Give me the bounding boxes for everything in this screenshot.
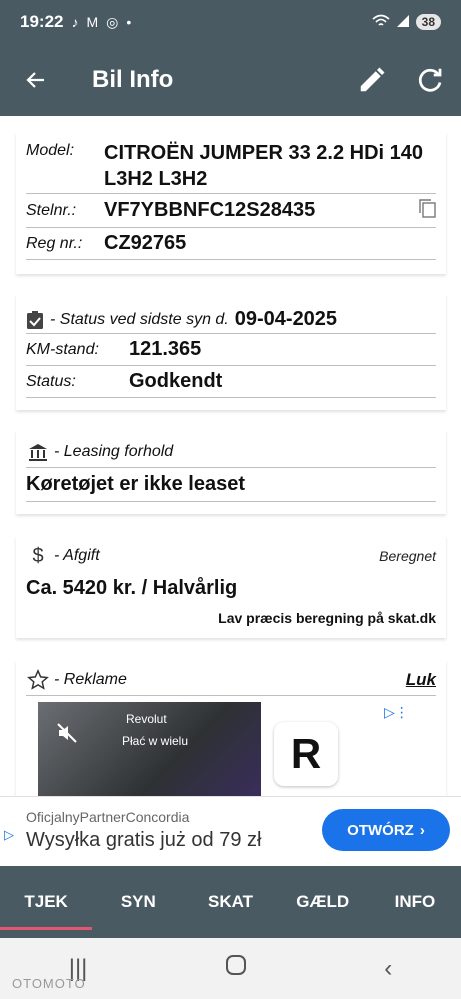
dollar-icon: $ — [32, 544, 44, 567]
mute-icon[interactable] — [56, 722, 78, 750]
vehicle-card: Model: CITROËN JUMPER 33 2.2 HDi 140 L3H… — [16, 132, 446, 274]
afgift-card: $ - Afgift Beregnet Ca. 5420 kr. / Halvå… — [16, 536, 446, 638]
back-icon[interactable]: ‹ — [384, 955, 392, 983]
leasing-card: - Leasing forhold Køretøjet er ikke leas… — [16, 430, 446, 514]
back-arrow-icon[interactable] — [0, 68, 72, 92]
adchoices-banner-icon[interactable]: ▷ — [4, 827, 14, 843]
leasing-label: - Leasing forhold — [54, 443, 174, 460]
afgift-value: Ca. 5420 kr. / Halvårlig — [26, 577, 238, 599]
model-value: CITROËN JUMPER 33 2.2 HDi 140 L3H2 L3H2 — [104, 142, 423, 190]
signal-icon — [396, 14, 410, 31]
dot-icon: • — [126, 14, 132, 30]
bottom-navigation: TJEK SYN SKAT GÆLD INFO — [0, 866, 461, 938]
tiktok-icon: ♪ — [71, 14, 79, 30]
state-value: Godkendt — [129, 370, 223, 392]
reklame-head: - Reklame Luk — [26, 660, 436, 696]
stelnr-row: Stelnr.: VF7YBBNFC12S28435 — [26, 194, 436, 228]
clock: 19:22 — [20, 12, 64, 31]
star-icon — [26, 668, 50, 692]
leasing-head: - Leasing forhold — [26, 430, 436, 468]
regnr-value: CZ92765 — [104, 232, 187, 254]
km-value: 121.365 — [129, 338, 202, 360]
clipboard-check-icon — [26, 310, 44, 330]
chevron-right-icon: › — [419, 821, 425, 839]
battery-indicator: 38 — [415, 14, 441, 30]
home-icon[interactable] — [225, 954, 247, 983]
ad-banner[interactable]: ▷ OficjalnyPartnerConcordia Wysyłka grat… — [0, 796, 461, 866]
regnr-label: Reg nr.: — [26, 234, 83, 252]
refresh-icon[interactable] — [413, 63, 447, 97]
syn-status-row: - Status ved sidste syn d. 09-04-2025 — [26, 294, 436, 334]
content-area[interactable]: Model: CITROËN JUMPER 33 2.2 HDi 140 L3H… — [0, 116, 461, 796]
regnr-row: Reg nr.: CZ92765 — [26, 228, 436, 260]
km-row: KM-stand: 121.365 — [26, 334, 436, 366]
afgift-head: $ - Afgift Beregnet — [26, 536, 436, 571]
wifi-icon — [372, 14, 390, 31]
ad-brand: Revolut — [126, 712, 167, 726]
tab-tjek[interactable]: TJEK — [0, 866, 93, 938]
leasing-value: Køretøjet er ikke leaset — [26, 473, 245, 495]
model-row: Model: CITROËN JUMPER 33 2.2 HDi 140 L3H… — [26, 132, 436, 194]
reklame-label: - Reklame — [54, 671, 127, 688]
ad-advertiser: OficjalnyPartnerConcordia — [26, 809, 190, 825]
notification-icons: ♪ M ◎ • — [71, 14, 131, 31]
skat-link[interactable]: Lav præcis beregning på skat.dk — [26, 610, 436, 626]
afgift-label: - Afgift — [54, 547, 100, 564]
watermark: OTOMOTO — [12, 976, 86, 991]
stelnr-value[interactable]: VF7YBBNFC12S28435 — [104, 199, 315, 222]
system-icons: 38 — [372, 14, 441, 31]
syn-status-label: - Status ved sidste syn d. — [50, 310, 229, 328]
ad-cta-button[interactable]: OTWÓRZ › — [322, 809, 450, 851]
ad-text: Płać w wielu — [122, 734, 189, 748]
stelnr-label: Stelnr.: — [26, 201, 77, 219]
copy-icon[interactable] — [418, 198, 436, 223]
edit-pencil-icon[interactable] — [355, 63, 389, 97]
chrome-icon: ◎ — [106, 13, 119, 30]
app-bar: Bil Info — [0, 44, 461, 116]
adchoices-icon[interactable]: ▷⋮ — [384, 704, 409, 721]
syn-date: 09-04-2025 — [234, 308, 338, 330]
afgift-status: Beregnet — [379, 548, 436, 564]
revolut-logo: R — [274, 722, 338, 786]
reklame-card: - Reklame Luk Revolut Płać w wielu R ▷⋮ — [16, 660, 446, 796]
status-bar: 19:22 ♪ M ◎ • 38 — [0, 0, 461, 44]
state-label: Status: — [26, 372, 76, 390]
tab-info[interactable]: INFO — [369, 866, 461, 938]
state-row: Status: Godkendt — [26, 366, 436, 398]
km-label: KM-stand: — [26, 340, 99, 358]
syn-card: - Status ved sidste syn d. 09-04-2025 KM… — [16, 294, 446, 410]
ad-creative[interactable]: Revolut Płać w wielu R ▷⋮ — [26, 702, 436, 796]
bank-icon — [26, 440, 50, 464]
ad-headline: Wysyłka gratis już od 79 zł — [26, 829, 262, 851]
close-ad-link[interactable]: Luk — [406, 670, 436, 690]
tab-skat[interactable]: SKAT — [184, 866, 276, 938]
tab-gaeld[interactable]: GÆLD — [277, 866, 369, 938]
tab-syn[interactable]: SYN — [92, 866, 184, 938]
page-title: Bil Info — [92, 66, 174, 93]
gmail-icon: M — [86, 14, 99, 30]
model-label: Model: — [26, 142, 75, 159]
ad-cta-label: OTWÓRZ — [347, 821, 414, 839]
leasing-value-row: Køretøjet er ikke leaset — [26, 468, 436, 502]
